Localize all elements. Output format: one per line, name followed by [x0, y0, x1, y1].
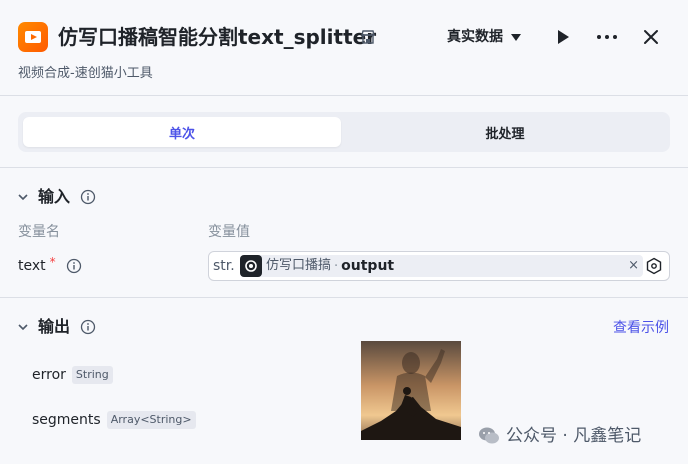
more-button[interactable] — [594, 24, 620, 50]
type-tag: str. — [213, 258, 235, 274]
page-subtitle: 视频合成-速创猫小工具 — [18, 66, 153, 81]
caret-down-icon — [511, 33, 521, 41]
chevron-down-icon — [18, 324, 28, 331]
watermark-text: 公众号 · 凡鑫笔记 — [506, 426, 642, 446]
variable-value-field[interactable]: str. 仿写口播搞 · output × — [208, 251, 670, 281]
section-divider — [0, 297, 688, 298]
chevron-down-icon — [18, 194, 28, 201]
output-type-badge: String — [71, 366, 113, 384]
column-header-value: 变量值 — [208, 224, 250, 240]
output-section-title: 输出 — [38, 317, 71, 336]
node-avatar-icon — [240, 255, 262, 277]
output-field-row: segments Array<String> — [32, 410, 196, 430]
close-button[interactable] — [638, 24, 664, 50]
input-section-title: 输入 — [38, 187, 71, 206]
page-title: 仿写口播稿智能分割text_splitter — [58, 25, 377, 49]
output-field-row: error String — [32, 365, 113, 385]
store-icon[interactable] — [360, 29, 376, 45]
tab-single[interactable]: 单次 — [23, 117, 341, 147]
data-mode-label: 真实数据 — [447, 29, 503, 45]
output-field-name: error — [32, 367, 66, 383]
play-icon — [558, 30, 569, 44]
output-section-header[interactable]: 输出 — [18, 316, 96, 338]
close-icon — [644, 30, 658, 44]
input-section-header[interactable]: 输入 — [18, 186, 96, 208]
info-icon[interactable] — [80, 189, 96, 205]
variable-name-text: text * — [18, 255, 82, 276]
reference-separator: · — [334, 258, 339, 274]
output-field-name: segments — [32, 412, 101, 428]
reference-chip[interactable]: 仿写口播搞 · output — [240, 255, 643, 277]
variable-name-label: text — [18, 258, 46, 274]
test-run-panel: 仿写口播稿智能分割text_splitter 真实数据 视频合成-速创猫小工具 … — [0, 0, 688, 464]
silhouette-photo — [361, 341, 461, 440]
view-example-link[interactable]: 查看示例 — [613, 318, 669, 338]
run-button[interactable] — [550, 24, 576, 50]
video-plugin-icon — [18, 22, 48, 52]
wechat-icon — [479, 427, 499, 444]
more-icon — [597, 35, 617, 39]
watermark: 公众号 · 凡鑫笔记 — [478, 424, 641, 448]
required-mark: * — [49, 255, 56, 269]
clear-reference-button[interactable]: × — [628, 257, 639, 275]
output-type-badge: Array<String> — [106, 411, 196, 429]
panel-header: 仿写口播稿智能分割text_splitter 真实数据 视频合成-速创猫小工具 — [0, 0, 688, 96]
column-header-name: 变量名 — [18, 224, 60, 240]
info-icon[interactable] — [80, 319, 96, 335]
mode-tabs-area: 单次 批处理 — [0, 96, 688, 168]
reference-output-name: output — [341, 258, 395, 274]
data-mode-select[interactable]: 真实数据 — [447, 26, 521, 48]
reference-node-name: 仿写口播搞 — [266, 258, 332, 273]
mode-tabs: 单次 批处理 — [18, 112, 670, 152]
info-icon[interactable] — [66, 258, 82, 274]
tab-batch[interactable]: 批处理 — [346, 117, 664, 147]
variable-settings-icon[interactable] — [645, 257, 663, 275]
